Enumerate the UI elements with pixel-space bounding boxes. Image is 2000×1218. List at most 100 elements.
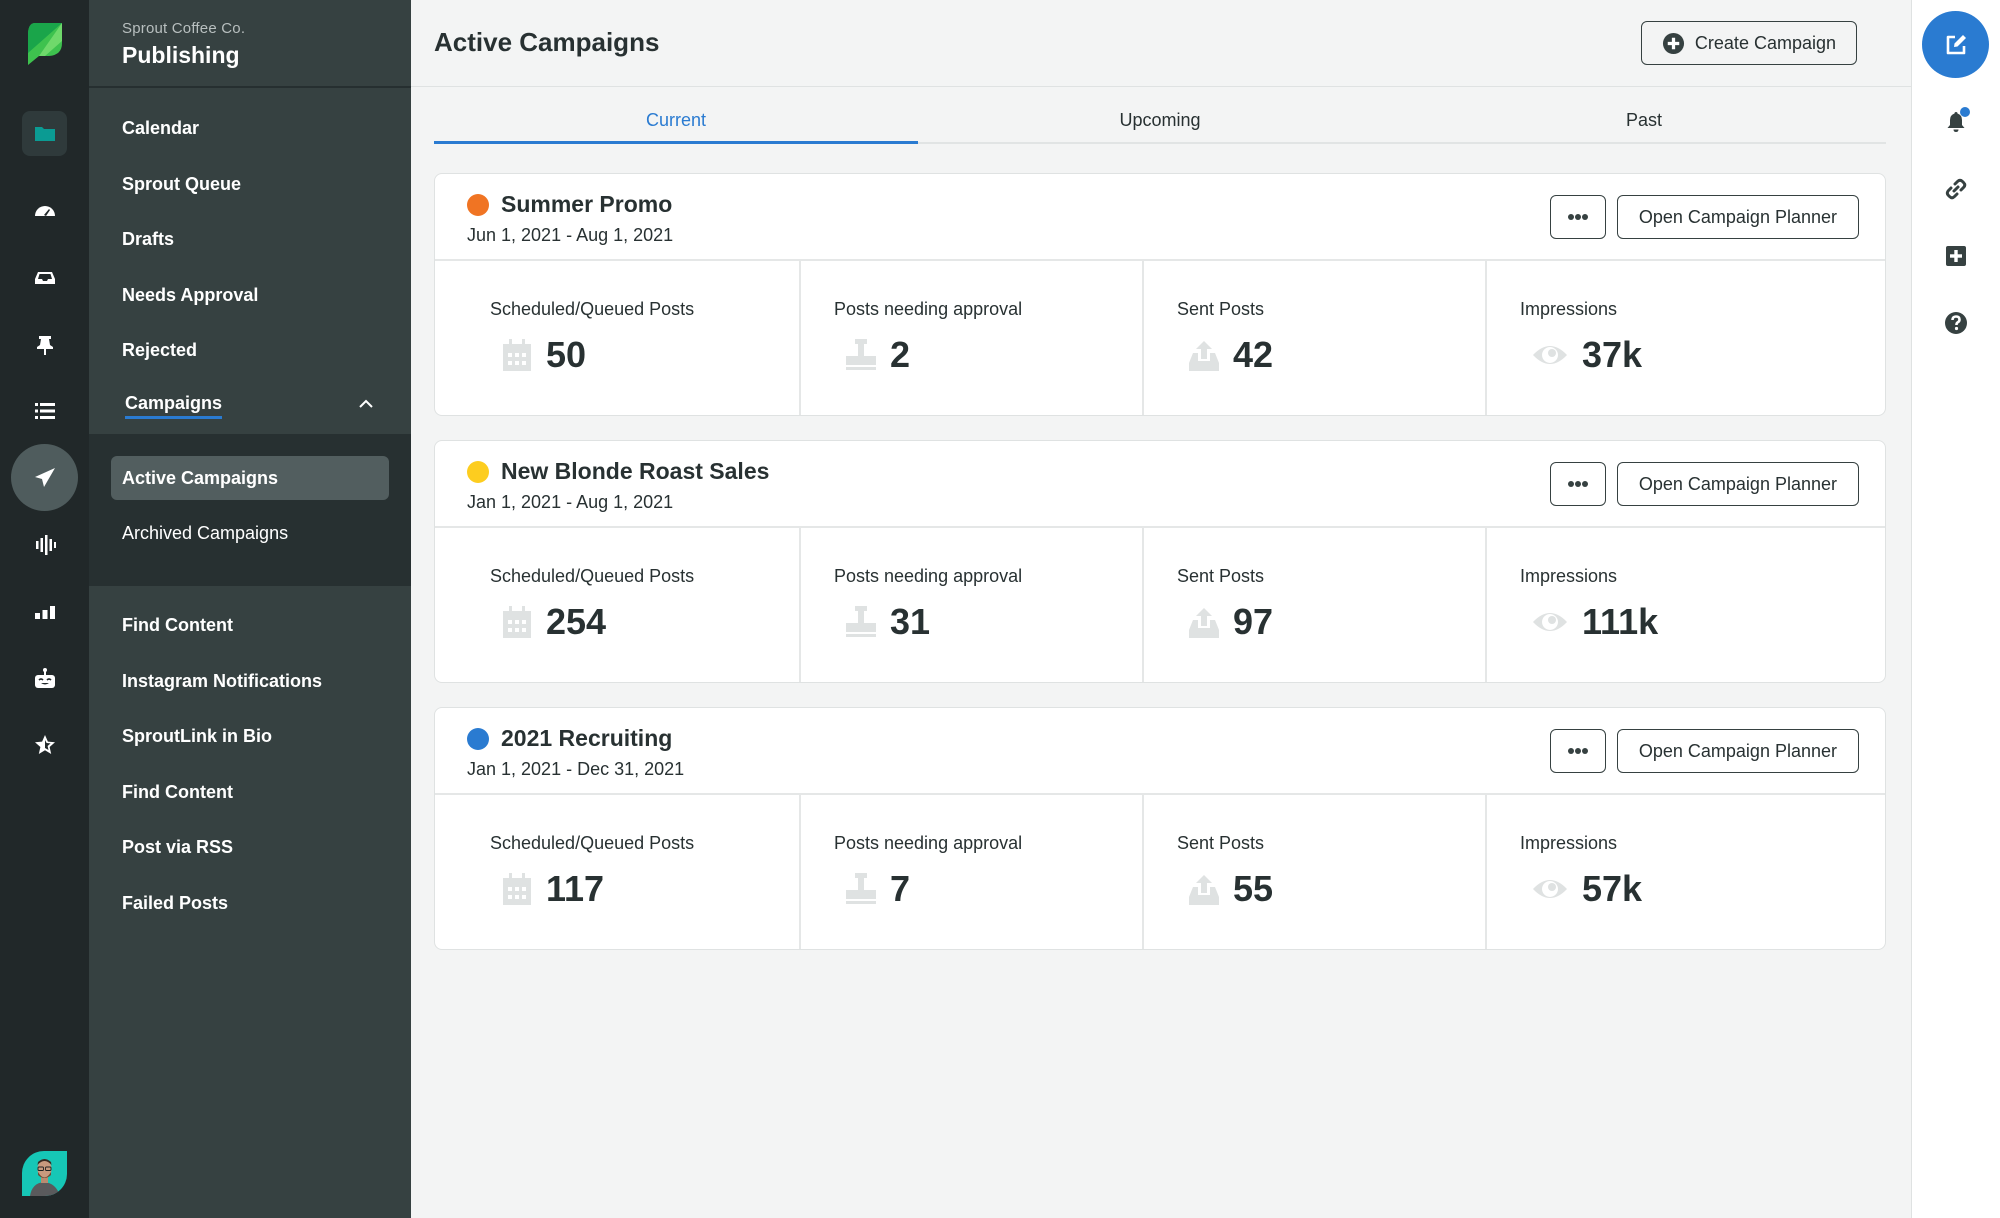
stat-label: Posts needing approval — [834, 833, 1023, 853]
stat-value-sent: 55 — [1233, 868, 1274, 909]
stat-scheduled: Scheduled/Queued Posts 254 — [435, 528, 801, 682]
rail-folder[interactable] — [22, 111, 67, 156]
compose-button[interactable] — [1922, 11, 1989, 78]
link-button[interactable] — [1938, 171, 1974, 207]
list-icon — [34, 402, 55, 419]
bar-chart-icon — [34, 605, 55, 619]
stat-label: Impressions — [1520, 833, 1618, 853]
tab-past[interactable]: Past — [1402, 100, 1886, 142]
more-options-button[interactable] — [1549, 195, 1606, 239]
global-nav-rail — [0, 0, 89, 1218]
stat-value-approval: 31 — [890, 601, 931, 642]
stat-value-sent: 97 — [1233, 601, 1274, 642]
create-campaign-button[interactable]: Create Campaign — [1640, 21, 1857, 65]
stat-impressions: Impressions 111k — [1487, 528, 1885, 682]
stat-approval: Posts needing approval 2 — [801, 261, 1144, 415]
rail-reviews[interactable] — [22, 722, 67, 767]
sidebar-item-campaigns[interactable]: Campaigns — [89, 379, 411, 435]
star-icon — [34, 734, 55, 754]
open-campaign-planner-button[interactable]: Open Campaign Planner — [1616, 195, 1859, 239]
dashboard-gauge-icon — [34, 205, 55, 216]
sidebar-item-sproutlink-in-bio[interactable]: SproutLink in Bio — [89, 709, 411, 765]
campaign-card: New Blonde Roast Sales Jan 1, 2021 - Aug… — [434, 440, 1886, 683]
sidebar-nav: Calendar Sprout Queue Drafts Needs Appro… — [89, 88, 411, 434]
sidebar-item-calendar[interactable]: Calendar — [89, 101, 411, 157]
section-title: Publishing — [122, 42, 240, 68]
campaign-stats: Scheduled/Queued Posts 117 Posts needing… — [435, 795, 1885, 949]
rail-inbox[interactable] — [22, 255, 67, 300]
rail-tasks[interactable] — [22, 322, 67, 367]
sprout-logo-icon[interactable] — [27, 23, 62, 65]
campaign-card: Summer Promo Jun 1, 2021 - Aug 1, 2021 O… — [434, 173, 1886, 416]
campaign-stats: Scheduled/Queued Posts 50 Posts needing … — [435, 261, 1885, 415]
audio-wave-icon — [35, 534, 56, 555]
rail-listening[interactable] — [22, 522, 67, 567]
publishing-sidebar: Sprout Coffee Co. Publishing Calendar Sp… — [89, 0, 411, 1218]
campaign-tabs: Current Upcoming Past — [434, 100, 1886, 144]
stat-label: Scheduled/Queued Posts — [490, 566, 695, 586]
stat-value-scheduled: 254 — [546, 601, 607, 642]
help-button[interactable] — [1938, 305, 1974, 341]
sidebar-item-instagram-notifications[interactable]: Instagram Notifications — [89, 654, 411, 710]
chevron-up-icon[interactable] — [359, 397, 373, 411]
inbox-icon — [34, 271, 55, 284]
pin-icon — [36, 335, 53, 355]
sidebar-nav-secondary: Find Content Instagram Notifications Spr… — [89, 586, 411, 931]
sidebar-header: Sprout Coffee Co. Publishing — [89, 0, 411, 88]
paper-plane-icon — [34, 467, 55, 487]
open-campaign-planner-button[interactable]: Open Campaign Planner — [1616, 729, 1859, 773]
calendar-icon — [503, 339, 531, 371]
stat-sent: Sent Posts 42 — [1144, 261, 1487, 415]
help-icon — [1945, 312, 1967, 334]
stat-label: Impressions — [1520, 299, 1618, 319]
sidebar-item-rejected[interactable]: Rejected — [89, 323, 411, 379]
campaign-name[interactable]: New Blonde Roast Sales — [501, 458, 769, 485]
stat-value-scheduled: 117 — [546, 868, 605, 909]
campaign-name[interactable]: Summer Promo — [501, 191, 672, 218]
user-avatar[interactable] — [22, 1151, 67, 1196]
stat-label: Posts needing approval — [834, 566, 1023, 586]
sidebar-item-post-via-rss[interactable]: Post via RSS — [89, 820, 411, 876]
utility-rail — [1911, 0, 2000, 1218]
stat-label: Scheduled/Queued Posts — [490, 833, 695, 853]
sidebar-subitem-active-campaigns[interactable]: Active Campaigns — [111, 456, 389, 500]
more-options-button[interactable] — [1549, 729, 1606, 773]
sidebar-subitem-archived-campaigns[interactable]: Archived Campaigns — [111, 511, 389, 555]
stat-label: Sent Posts — [1177, 299, 1265, 319]
user-photo — [30, 1159, 60, 1196]
sidebar-item-sprout-queue[interactable]: Sprout Queue — [89, 157, 411, 213]
rail-reports[interactable] — [22, 589, 67, 634]
stat-value-impressions: 111k — [1582, 601, 1659, 642]
sent-upload-icon — [1189, 875, 1219, 905]
sidebar-item-find-content-2[interactable]: Find Content — [89, 765, 411, 821]
rail-automation[interactable] — [22, 656, 67, 701]
link-icon — [1945, 178, 1967, 200]
org-name: Sprout Coffee Co. — [122, 20, 246, 37]
add-button[interactable] — [1938, 238, 1974, 274]
open-campaign-planner-button[interactable]: Open Campaign Planner — [1616, 462, 1859, 506]
tab-current[interactable]: Current — [434, 100, 918, 144]
stat-label: Sent Posts — [1177, 833, 1265, 853]
sidebar-item-drafts[interactable]: Drafts — [89, 212, 411, 268]
rail-publishing[interactable] — [11, 444, 78, 511]
campaign-card-header: 2021 Recruiting Jan 1, 2021 - Dec 31, 20… — [435, 708, 1885, 795]
stat-sent: Sent Posts 55 — [1144, 795, 1487, 949]
approval-stamp-icon — [846, 339, 876, 370]
stat-value-scheduled: 50 — [546, 334, 587, 375]
rail-dashboard[interactable] — [22, 188, 67, 233]
rail-feeds[interactable] — [22, 388, 67, 433]
sidebar-item-failed-posts[interactable]: Failed Posts — [89, 876, 411, 932]
campaign-card-header: Summer Promo Jun 1, 2021 - Aug 1, 2021 O… — [435, 174, 1885, 261]
ellipsis-icon — [1567, 481, 1588, 487]
stat-sent: Sent Posts 97 — [1144, 528, 1487, 682]
sidebar-item-needs-approval[interactable]: Needs Approval — [89, 268, 411, 324]
more-options-button[interactable] — [1549, 462, 1606, 506]
folder-icon — [34, 126, 55, 141]
eye-icon — [1533, 613, 1567, 631]
sidebar-item-find-content[interactable]: Find Content — [89, 598, 411, 654]
plus-circle-icon — [1662, 32, 1684, 54]
tab-upcoming[interactable]: Upcoming — [918, 100, 1402, 142]
campaign-name[interactable]: 2021 Recruiting — [501, 725, 672, 752]
notifications-button[interactable] — [1938, 104, 1974, 140]
sent-upload-icon — [1189, 341, 1219, 371]
